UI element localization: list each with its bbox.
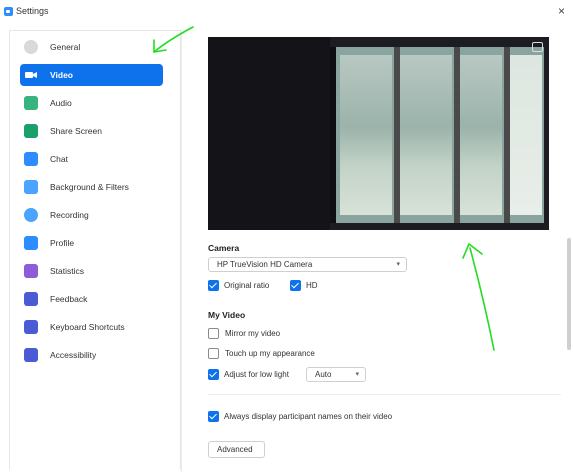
annotation-arrow-2 — [469, 247, 495, 351]
annotation-overlay — [153, 26, 495, 351]
annotation-arrow-1 — [153, 26, 194, 53]
